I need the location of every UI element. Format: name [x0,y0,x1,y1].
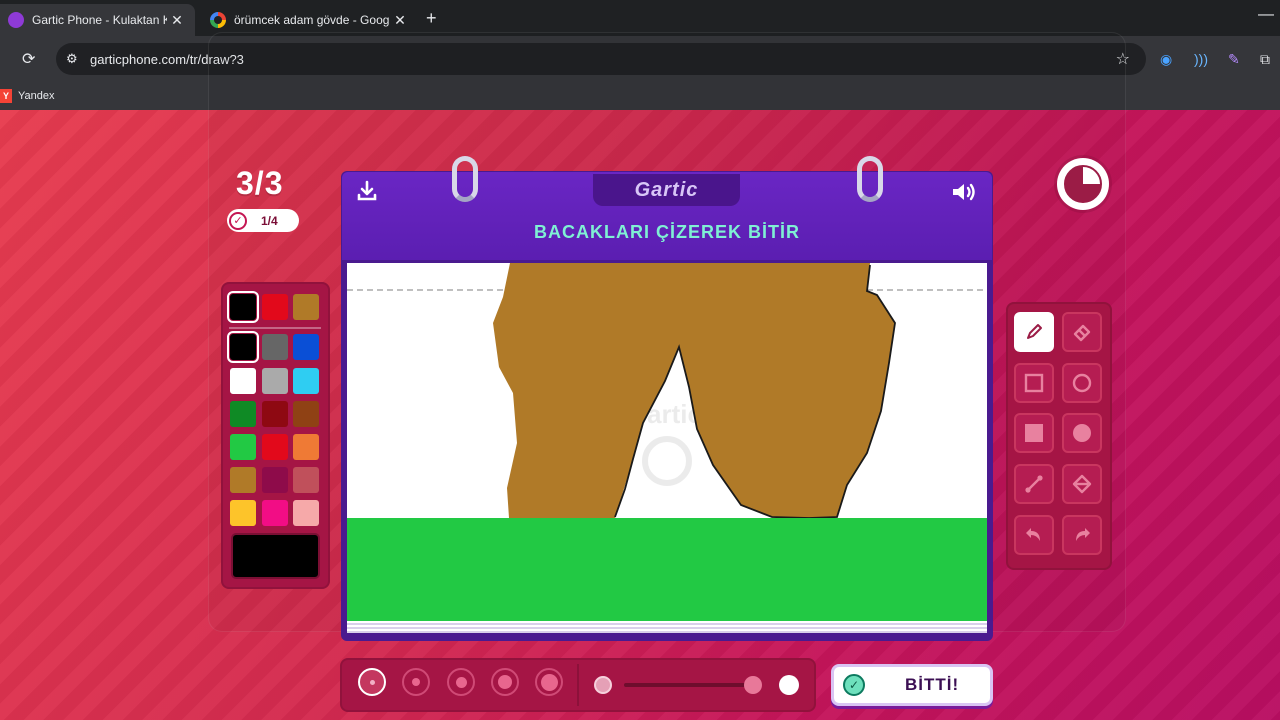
binder-ring-right [857,156,883,202]
timer [1057,158,1109,210]
bookmark-yandex[interactable]: Yandex [18,90,55,102]
shazam-extension-icon[interactable]: ◉ [1160,51,1172,68]
gartic-logo: Gartic [593,174,740,206]
read-aloud-extension-icon[interactable]: ))) [1194,51,1208,67]
color-swatch[interactable] [293,401,319,427]
color-swatch[interactable] [227,331,259,363]
google-favicon-icon [210,12,226,28]
download-icon[interactable] [356,180,378,208]
circle-outline-icon [1072,373,1092,393]
close-tab-icon[interactable]: ✕ [390,12,410,29]
rectangle-outline-tool-button[interactable] [1014,363,1054,403]
circle-filled-icon [1073,424,1091,442]
reload-icon[interactable]: ⟳ [22,49,35,69]
done-button[interactable]: ✓ BİTTİ! [831,664,993,706]
fill-bucket-tool-button[interactable] [1062,464,1102,504]
square-filled-icon [1025,424,1043,442]
extensions-puzzle-icon[interactable]: ⧉ [1260,51,1270,68]
gartic-favicon-icon [8,12,24,28]
color-swatch[interactable] [262,500,288,526]
sheet-pages-edge [347,621,987,633]
green-ground [347,518,987,621]
timer-pie-icon [1064,165,1102,203]
square-outline-icon [1024,373,1044,393]
yandex-icon: Y [0,89,12,103]
color-swatch[interactable] [262,467,288,493]
close-tab-icon[interactable]: ✕ [167,12,187,29]
color-swatch[interactable] [293,334,319,360]
recent-color-swatch[interactable] [227,291,259,323]
pencil-icon [1027,324,1042,339]
minimize-window-icon[interactable]: — [1258,6,1274,24]
rectangle-filled-tool-button[interactable] [1014,413,1054,453]
color-swatch[interactable] [262,368,288,394]
binder-ring-left [452,156,478,202]
palette-divider [229,327,321,329]
color-swatch[interactable] [230,500,256,526]
color-swatch[interactable] [230,434,256,460]
brush-size-dot-icon [412,678,420,686]
line-icon [1025,475,1043,493]
brush-size-dot-icon [369,679,375,685]
players-done-count: 1/4 [261,213,278,228]
done-check-icon: ✓ [843,674,865,696]
color-swatch[interactable] [293,467,319,493]
circle-filled-tool-button[interactable] [1062,413,1102,453]
redo-icon [1076,528,1090,541]
tab-title: örümcek adam gövde - Google [234,13,390,27]
eraser-tool-button[interactable] [1062,312,1102,352]
players-done-badge: ✓ 1/4 [227,209,299,232]
brush-size-button[interactable] [491,668,519,696]
opacity-low-icon [594,676,612,694]
opacity-slider[interactable] [624,683,760,687]
brush-size-button[interactable] [402,668,430,696]
recent-color-swatch[interactable] [293,294,319,320]
pencil-tool-button[interactable] [1014,312,1054,352]
undo-button[interactable] [1014,515,1054,555]
settings-divider [577,664,579,706]
redo-button[interactable] [1062,515,1102,555]
brush-size-button[interactable] [358,668,386,696]
color-swatch[interactable] [293,368,319,394]
paint-bucket-icon [1072,474,1092,494]
pen-extension-icon[interactable]: ✎ [1228,51,1240,68]
tab-title: Gartic Phone - Kulaktan Kulağa [32,13,167,27]
color-swatch[interactable] [230,368,256,394]
color-swatch[interactable] [230,467,256,493]
color-swatch[interactable] [262,334,288,360]
drawing-canvas[interactable]: artic [347,263,987,621]
site-settings-icon[interactable]: ⚙ [66,51,86,67]
brush-size-dot-icon [498,675,512,689]
sound-icon[interactable] [950,181,978,209]
color-swatch[interactable] [262,434,288,460]
circle-outline-tool-button[interactable] [1062,363,1102,403]
color-swatch[interactable] [262,401,288,427]
eraser-icon [1073,324,1091,342]
recent-color-swatch[interactable] [262,294,288,320]
brush-size-dot-icon [540,673,558,691]
brown-figure-shape [493,263,895,518]
opacity-high-icon [779,675,799,695]
new-tab-icon[interactable]: + [426,8,437,29]
color-swatch[interactable] [293,500,319,526]
color-swatch[interactable] [230,401,256,427]
brush-size-dot-icon [455,676,467,688]
undo-icon [1026,528,1040,541]
drawing-prompt: BACAKLARI ÇİZEREK BİTİR [534,222,800,242]
brush-size-button[interactable] [535,668,563,696]
line-tool-button[interactable] [1014,464,1054,504]
brush-size-button[interactable] [447,668,475,696]
check-icon: ✓ [229,211,247,230]
tab-gartic-phone[interactable]: Gartic Phone - Kulaktan Kulağa ✕ [0,4,195,36]
browser-tab-bar: Gartic Phone - Kulaktan Kulağa ✕ örümcek… [0,0,1280,36]
current-color-preview [231,533,320,579]
round-counter: 3/3 [236,165,284,201]
done-button-label: BİTTİ! [905,675,960,694]
color-swatch[interactable] [293,434,319,460]
